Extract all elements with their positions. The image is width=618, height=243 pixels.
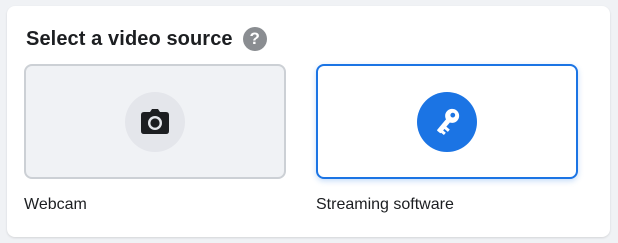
streaming-software-option[interactable] (316, 64, 578, 179)
webcam-option[interactable] (24, 64, 286, 179)
section-title: Select a video source (26, 27, 233, 50)
camera-icon (141, 108, 169, 134)
webcam-option-label: Webcam (24, 196, 87, 213)
help-icon[interactable]: ? (242, 27, 267, 51)
key-icon (437, 108, 460, 135)
key-icon-circle (417, 91, 477, 152)
title-row: Select a video source ? (26, 26, 267, 52)
streaming-software-option-label: Streaming software (316, 196, 454, 213)
camera-icon-circle (125, 91, 185, 152)
